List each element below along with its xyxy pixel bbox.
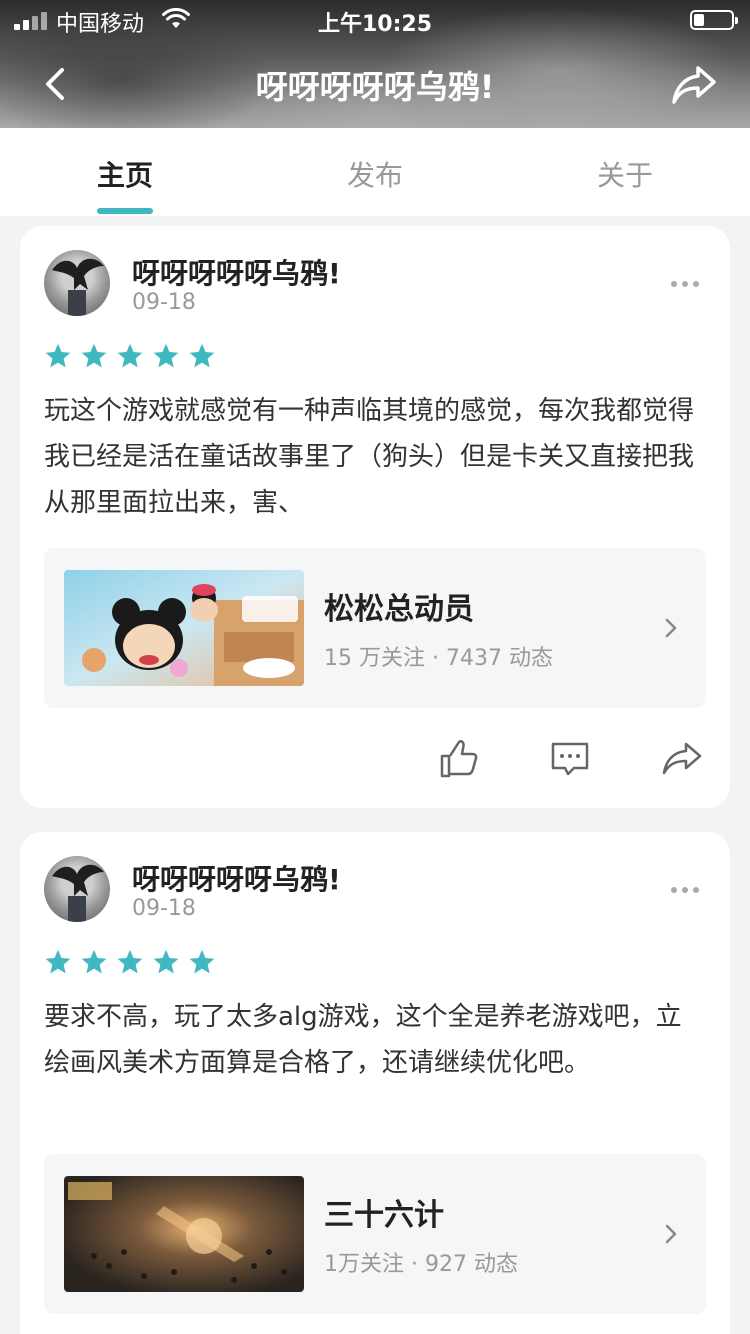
star-icon — [117, 343, 143, 368]
game-stats: 15 万关注 · 7437 动态 — [324, 646, 553, 671]
star-icon — [81, 343, 107, 368]
clock: 上午10:25 — [317, 12, 433, 37]
header: 中国移动 上午10:25 呀呀呀呀呀乌鸦! — [0, 0, 750, 128]
chevron-right-icon[interactable] — [662, 614, 680, 642]
page-title: 呀呀呀呀呀乌鸦! — [255, 68, 495, 106]
post-card[interactable]: 呀呀呀呀呀乌鸦! 09-18 玩这个游戏就感觉有一种声临其境的感觉，每次我都觉得… — [20, 226, 730, 808]
game-link-card[interactable]: 松松总动员 15 万关注 · 7437 动态 — [44, 548, 706, 708]
review-text[interactable]: 玩这个游戏就感觉有一种声临其境的感觉，每次我都觉得我已经是活在童话故事里了（狗头… — [44, 388, 706, 526]
tab-publish[interactable]: 发布 — [300, 154, 450, 194]
star-icon — [81, 949, 107, 974]
star-rating — [44, 342, 216, 372]
more-options-icon[interactable] — [670, 880, 700, 900]
post-date: 09-18 — [132, 290, 196, 315]
tab-active-indicator — [97, 208, 153, 214]
share-arrow-icon[interactable] — [670, 62, 718, 106]
game-thumbnail — [64, 1176, 304, 1292]
star-icon — [153, 343, 179, 368]
game-link-card[interactable]: 三十六计 1万关注 · 927 动态 — [44, 1154, 706, 1314]
star-icon — [45, 949, 71, 974]
post-date: 09-18 — [132, 896, 196, 921]
game-name[interactable]: 三十六计 — [324, 1190, 444, 1234]
game-stats: 1万关注 · 927 动态 — [324, 1252, 518, 1277]
star-icon — [45, 343, 71, 368]
star-icon — [117, 949, 143, 974]
battery-icon — [690, 10, 738, 30]
comment-icon[interactable] — [548, 736, 592, 780]
share-icon[interactable] — [660, 736, 704, 780]
post-actions — [20, 736, 730, 786]
star-rating — [44, 948, 216, 978]
game-thumbnail — [64, 570, 304, 686]
status-bar: 中国移动 上午10:25 — [0, 0, 750, 40]
post-card[interactable]: 呀呀呀呀呀乌鸦! 09-18 要求不高，玩了太多alg游戏，这个全是养老游戏吧，… — [20, 832, 730, 1334]
star-icon — [189, 949, 215, 974]
chevron-right-icon[interactable] — [662, 1220, 680, 1248]
star-icon — [189, 343, 215, 368]
author-name[interactable]: 呀呀呀呀呀乌鸦! — [132, 858, 341, 898]
author-name[interactable]: 呀呀呀呀呀乌鸦! — [132, 252, 341, 292]
tab-about[interactable]: 关于 — [550, 154, 700, 194]
more-options-icon[interactable] — [670, 274, 700, 294]
thumbs-up-icon[interactable] — [436, 736, 480, 780]
star-icon — [153, 949, 179, 974]
avatar[interactable] — [44, 856, 110, 922]
tab-home[interactable]: 主页 — [50, 154, 200, 194]
avatar[interactable] — [44, 250, 110, 316]
review-text[interactable]: 要求不高，玩了太多alg游戏，这个全是养老游戏吧，立绘画风美术方面算是合格了，还… — [44, 994, 706, 1086]
tab-bar: 主页 发布 关于 — [0, 128, 750, 216]
game-name[interactable]: 松松总动员 — [324, 584, 474, 628]
